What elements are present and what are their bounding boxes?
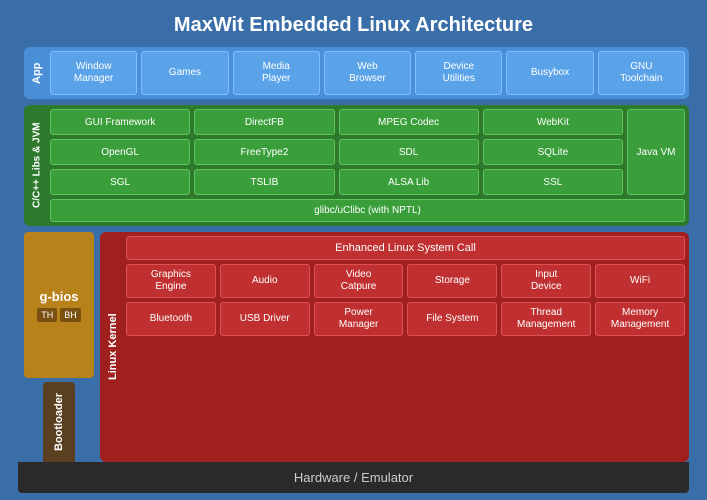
lib-tslib: TSLIB bbox=[194, 169, 334, 195]
kernel-bootloader-row: g-bios TH BH Bootloader Linux Kernel Enh… bbox=[24, 232, 689, 462]
bootloader-section: g-bios TH BH Bootloader bbox=[24, 232, 94, 462]
kernel-file-system: File System bbox=[407, 302, 497, 336]
lib-ssl: SSL bbox=[483, 169, 623, 195]
kernel-content: Enhanced Linux System Call GraphicsEngin… bbox=[126, 236, 685, 458]
badge-th: TH bbox=[37, 308, 57, 322]
kernel-video-capture: VideoCatpure bbox=[314, 264, 404, 298]
lib-gui-framework: GUI Framework bbox=[50, 109, 190, 135]
lib-freetype2: FreeType2 bbox=[194, 139, 334, 165]
app-item-games: Games bbox=[141, 51, 228, 95]
kernel-audio: Audio bbox=[220, 264, 310, 298]
kernel-usb-driver: USB Driver bbox=[220, 302, 310, 336]
kernel-memory-mgmt: MemoryManagement bbox=[595, 302, 685, 336]
kernel-row2: Bluetooth USB Driver PowerManager File S… bbox=[126, 302, 685, 336]
lib-mpeg-codec: MPEG Codec bbox=[339, 109, 479, 135]
lib-glibc: glibc/uClibc (with NPTL) bbox=[50, 199, 685, 222]
app-item-window-manager: WindowManager bbox=[50, 51, 137, 95]
app-item-device-utilities: DeviceUtilities bbox=[415, 51, 502, 95]
kernel-row1: GraphicsEngine Audio VideoCatpure Storag… bbox=[126, 264, 685, 298]
badge-bh: BH bbox=[60, 308, 81, 322]
app-item-media-player: MediaPlayer bbox=[233, 51, 320, 95]
libs-content: GUI Framework DirectFB MPEG Codec WebKit… bbox=[50, 109, 685, 222]
lib-opengl: OpenGL bbox=[50, 139, 190, 165]
lib-webkit: WebKit bbox=[483, 109, 623, 135]
kernel-thread-mgmt: ThreadManagement bbox=[501, 302, 591, 336]
bootloader-label: Bootloader bbox=[43, 382, 75, 462]
lib-javavm: Java VM bbox=[627, 109, 685, 195]
gbios-label: g-bios bbox=[40, 289, 79, 304]
lib-sdl: SDL bbox=[339, 139, 479, 165]
kernel-layer: Linux Kernel Enhanced Linux System Call … bbox=[100, 232, 689, 462]
kernel-input-device: InputDevice bbox=[501, 264, 591, 298]
app-layer: App WindowManager Games MediaPlayer WebB… bbox=[24, 47, 689, 99]
libs-layer: C/C++ Libs & JVM GUI Framework DirectFB … bbox=[24, 105, 689, 226]
lib-sgl: SGL bbox=[50, 169, 190, 195]
lib-sqlite: SQLite bbox=[483, 139, 623, 165]
kernel-layer-label: Linux Kernel bbox=[104, 236, 122, 458]
lib-directfb: DirectFB bbox=[194, 109, 334, 135]
kernel-power-manager: PowerManager bbox=[314, 302, 404, 336]
kernel-bluetooth: Bluetooth bbox=[126, 302, 216, 336]
page-title: MaxWit Embedded Linux Architecture bbox=[0, 0, 707, 47]
architecture-diagram: App WindowManager Games MediaPlayer WebB… bbox=[24, 47, 689, 462]
app-items: WindowManager Games MediaPlayer WebBrows… bbox=[50, 51, 685, 95]
kernel-storage: Storage bbox=[407, 264, 497, 298]
gbios-block: g-bios TH BH bbox=[24, 232, 94, 378]
kernel-wifi: WiFi bbox=[595, 264, 685, 298]
app-item-web-browser: WebBrowser bbox=[324, 51, 411, 95]
app-item-busybox: Busybox bbox=[506, 51, 593, 95]
lib-alsa-lib: ALSA Lib bbox=[339, 169, 479, 195]
kernel-graphics-engine: GraphicsEngine bbox=[126, 264, 216, 298]
kernel-title: Enhanced Linux System Call bbox=[126, 236, 685, 260]
app-item-gnu-toolchain: GNUToolchain bbox=[598, 51, 685, 95]
libs-layer-label: C/C++ Libs & JVM bbox=[28, 109, 46, 222]
hardware-bar: Hardware / Emulator bbox=[18, 462, 689, 493]
app-layer-label: App bbox=[28, 51, 46, 95]
